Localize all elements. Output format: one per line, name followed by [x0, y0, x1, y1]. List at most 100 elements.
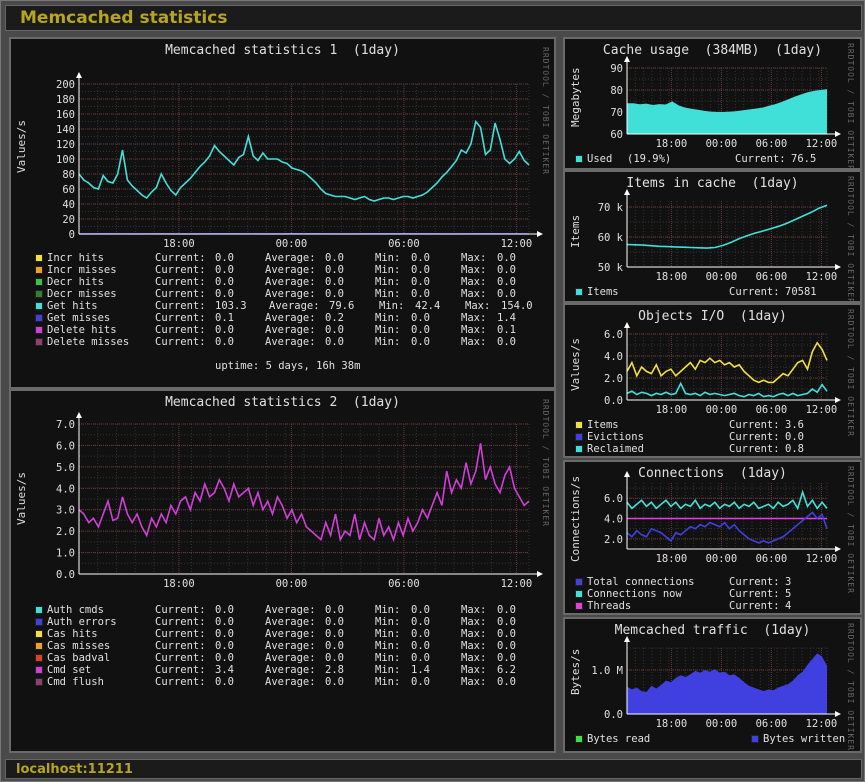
legend-current-label: Current:	[155, 252, 206, 264]
y-tick-label: 160	[56, 109, 75, 121]
legend-row: Cas badval Current: 0.0 Average: 0.0 Min: 0.0 M…	[35, 652, 535, 664]
legend-average-label: Average:	[265, 628, 316, 640]
legend-average-value: 0.0	[325, 604, 344, 616]
legend-current-value: 0.8	[785, 443, 804, 455]
legend-max-label: Max:	[461, 288, 487, 300]
legend-min-value: 0.0	[411, 312, 430, 324]
legend-average-value: 0.0	[325, 336, 344, 348]
legend-swatch	[575, 578, 583, 586]
y-tick-label: 200	[56, 79, 75, 91]
y-tick-label: 3.0	[56, 505, 75, 517]
x-axis-arrow	[835, 131, 841, 137]
legend-min-label: Min:	[375, 676, 401, 688]
y-tick-label: 4.0	[604, 351, 623, 363]
legend-name: Items	[587, 419, 619, 431]
legend-current-value: 0.0	[215, 252, 234, 264]
legend-stats1: Incr hits Current: 0.0 Average: 0.0 Min: 0.0 Ma…	[35, 252, 535, 348]
legend-swatch	[35, 618, 43, 626]
legend-swatch	[35, 314, 43, 322]
legend-average-label: Average:	[265, 676, 316, 688]
legend-swatch	[35, 630, 43, 638]
legend-current-label: Current:	[155, 288, 206, 300]
x-tick-label: 00:00	[276, 578, 308, 590]
app-window: Memcached statistics Memcached statistic…	[0, 0, 865, 782]
legend-current-label: Current:	[155, 628, 206, 640]
legend-average-value: 0.0	[325, 676, 344, 688]
legend-average-value: 0.0	[325, 252, 344, 264]
legend-cache: Used (19.9%) Current: 76.5	[575, 153, 825, 165]
legend-swatch	[35, 666, 43, 674]
legend-min-value: 0.0	[411, 264, 430, 276]
legend-average-value: 2.8	[325, 664, 344, 676]
x-tick-label: 18:00	[656, 271, 688, 283]
panel-connections: Connections (1day) Connections/s RRDTOOL…	[563, 460, 862, 615]
y-tick-label: 140	[56, 124, 75, 136]
legend-current-value: 5	[785, 588, 792, 600]
x-tick-label: 18:00	[656, 138, 688, 150]
legend-name: Delete misses	[47, 336, 130, 348]
legend-name: Connections now	[587, 588, 682, 600]
y-tick-label: 100	[56, 154, 75, 166]
legend-connections: Total connections Current: 3 Connections no…	[575, 576, 825, 612]
legend-max-value: 0.0	[497, 336, 516, 348]
legend-swatch	[35, 642, 43, 650]
legend-min-label: Min:	[375, 252, 401, 264]
legend-current-value: 0.0	[215, 616, 234, 628]
legend-swatch	[35, 266, 43, 274]
legend-min-value: 0.0	[411, 336, 430, 348]
x-tick-label: 00:00	[276, 238, 308, 250]
legend-average-label: Average:	[265, 616, 316, 628]
legend-average-label: Average:	[265, 264, 316, 276]
legend-max-value: 0.0	[497, 628, 516, 640]
legend-swatch	[575, 155, 583, 163]
rrdtool-credit: RRDTOOL / TOBI OETIKER	[846, 466, 855, 594]
x-axis-arrow	[835, 397, 841, 403]
legend-max-label: Max:	[461, 640, 487, 652]
x-tick-label: 12:00	[501, 238, 533, 250]
legend-row: Get misses Current: 0.1 Average: 0.2 Min: 0.0 M…	[35, 312, 535, 324]
x-tick-label: 18:00	[163, 578, 195, 590]
legend-current-label: Current:	[729, 576, 780, 588]
panel-items: Items in cache (1day) Items RRDTOOL / TO…	[563, 170, 862, 304]
y-axis-arrow	[76, 72, 82, 78]
legend-row: Delete misses Current: 0.0 Average: 0.0 Min: 0…	[35, 336, 535, 348]
legend-name: Cas badval	[47, 652, 111, 664]
y-tick-label: 60 k	[598, 232, 624, 244]
y-tick-label: 6.0	[604, 329, 623, 341]
rrdtool-credit: RRDTOOL / TOBI OETIKER	[846, 43, 855, 171]
legend-swatch	[575, 445, 583, 453]
legend-name: Bytes written	[763, 733, 846, 745]
legend-current-value: 0.0	[785, 431, 804, 443]
legend-max-label: Max:	[461, 252, 487, 264]
legend-max-value: 154.0	[501, 300, 533, 312]
x-tick-label: 12:00	[806, 138, 838, 150]
legend-name: Delete hits	[47, 324, 117, 336]
legend-max-label: Max:	[461, 604, 487, 616]
legend-current-label: Current:	[155, 652, 206, 664]
legend-max-label: Max:	[461, 324, 487, 336]
legend-min-label: Min:	[375, 288, 401, 300]
legend-current-label: Current:	[155, 300, 206, 312]
legend-swatch	[35, 278, 43, 286]
y-tick-label: 4.0	[604, 514, 623, 526]
legend-average-label: Average:	[265, 276, 316, 288]
y-tick-label: 80	[62, 169, 75, 181]
legend-swatch	[35, 254, 43, 262]
y-tick-label: 0.0	[604, 395, 623, 407]
legend-max-label: Max:	[461, 276, 487, 288]
legend-max-label: Max:	[461, 336, 487, 348]
legend-swatch	[575, 735, 583, 743]
x-tick-label: 00:00	[706, 718, 738, 730]
legend-row: Bytes read Bytes written	[575, 733, 845, 745]
legend-min-value: 1.4	[411, 664, 430, 676]
legend-min-value: 0.0	[411, 628, 430, 640]
legend-max-label: Max:	[461, 664, 487, 676]
legend-swatch	[575, 590, 583, 598]
chart-connections: 2.0 4.0 6.0 18:00 00:00 06:00 12:00	[604, 471, 841, 565]
panel-stats1: Memcached statistics 1 (1day) Values/s R…	[9, 37, 556, 389]
legend-current-label: Current:	[155, 616, 206, 628]
y-tick-label: 120	[56, 139, 75, 151]
legend-average-value: 0.0	[325, 652, 344, 664]
legend-max-value: 0.0	[497, 676, 516, 688]
y-tick-label: 50 k	[598, 262, 624, 274]
